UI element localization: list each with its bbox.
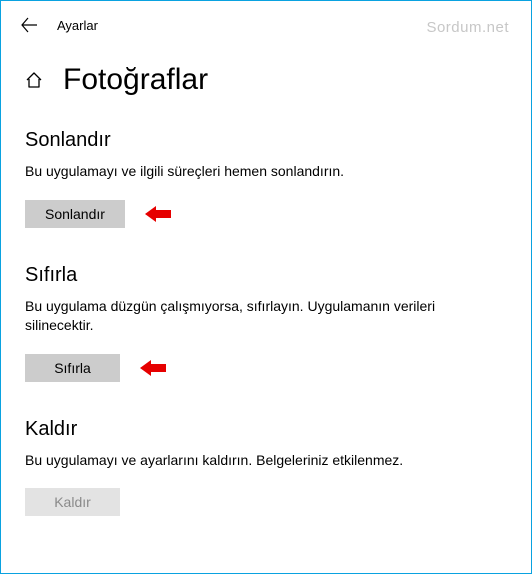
- page-title: Fotoğraflar: [63, 63, 208, 97]
- reset-description: Bu uygulama düzgün çalışmıyorsa, sıfırla…: [25, 297, 503, 336]
- home-icon-svg: [24, 70, 44, 90]
- reset-header: Sıfırla: [25, 264, 503, 287]
- uninstall-header: Kaldır: [25, 418, 503, 441]
- terminate-button[interactable]: Sonlandır: [25, 200, 125, 228]
- uninstall-button: Kaldır: [25, 488, 120, 516]
- header-title: Ayarlar: [57, 18, 98, 33]
- uninstall-section: Kaldır Bu uygulamayı ve ayarlarını kaldı…: [25, 418, 503, 517]
- terminate-description: Bu uygulamayı ve ilgili süreçleri hemen …: [25, 162, 503, 182]
- arrow-left-icon: [20, 16, 38, 34]
- page-title-row: Fotoğraflar: [1, 35, 531, 105]
- reset-action-row: Sıfırla: [25, 354, 503, 382]
- reset-section: Sıfırla Bu uygulama düzgün çalışmıyorsa,…: [25, 264, 503, 382]
- annotation-arrow: [143, 203, 173, 225]
- arrow-left-red-icon: [138, 357, 168, 379]
- annotation-arrow: [138, 357, 168, 379]
- content-area: Sonlandır Bu uygulamayı ve ilgili süreçl…: [1, 105, 531, 516]
- terminate-header: Sonlandır: [25, 129, 503, 152]
- watermark-text: Sordum.net: [426, 19, 509, 36]
- reset-button[interactable]: Sıfırla: [25, 354, 120, 382]
- terminate-section: Sonlandır Bu uygulamayı ve ilgili süreçl…: [25, 129, 503, 228]
- home-icon[interactable]: [23, 69, 45, 91]
- arrow-left-red-icon: [143, 203, 173, 225]
- uninstall-action-row: Kaldır: [25, 488, 503, 516]
- terminate-action-row: Sonlandır: [25, 200, 503, 228]
- back-button[interactable]: [19, 15, 39, 35]
- uninstall-description: Bu uygulamayı ve ayarlarını kaldırın. Be…: [25, 451, 503, 471]
